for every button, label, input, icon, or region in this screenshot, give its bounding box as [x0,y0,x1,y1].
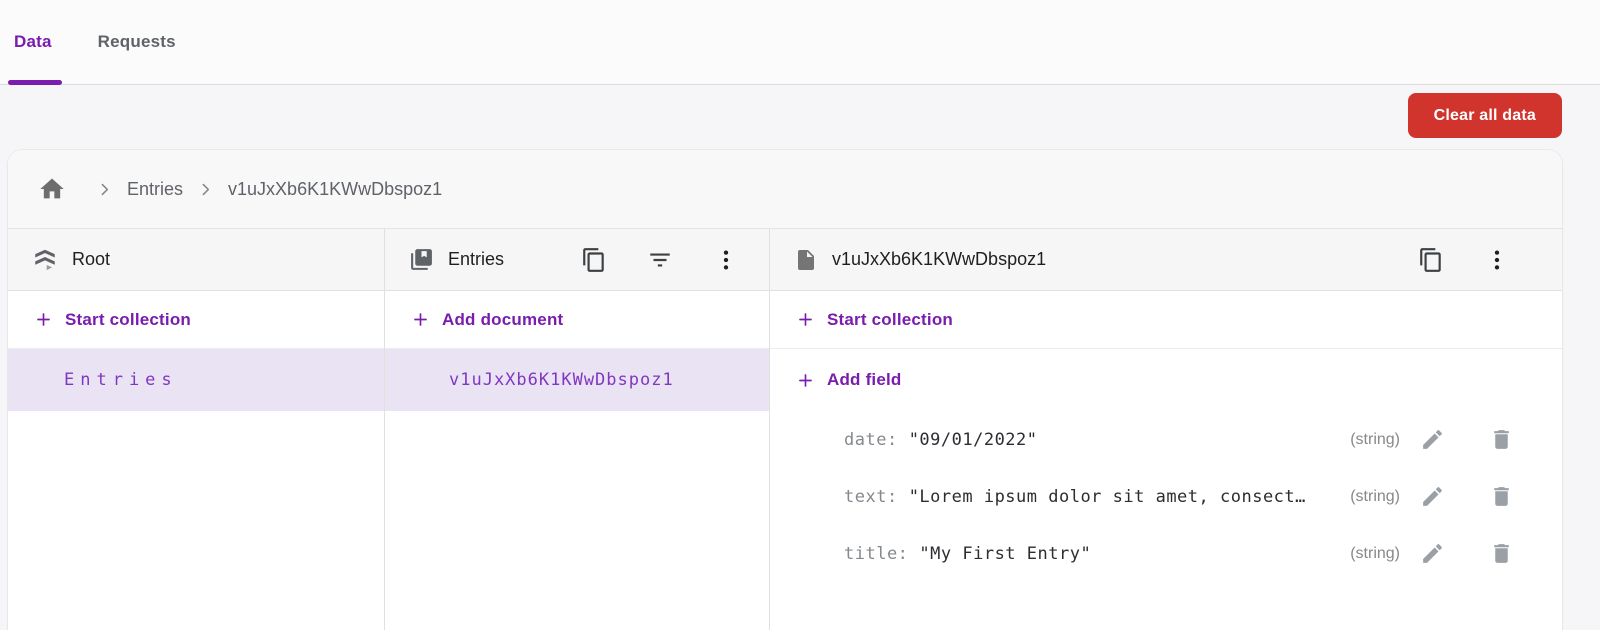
panel-collection: Entries Add document [385,229,770,630]
edit-pencil-icon[interactable] [1420,427,1445,452]
start-collection-button[interactable]: Start collection [770,291,1562,349]
filter-icon[interactable] [647,247,673,273]
document-panel-header: v1uJxXb6K1KWwDbspoz1 [770,229,1562,291]
home-icon[interactable] [38,175,66,203]
panel-title-root: Root [72,249,110,270]
field-value: "09/01/2022" [909,430,1351,450]
panel-document: v1uJxXb6K1KWwDbspoz1 Start collection [770,229,1562,630]
firestore-root-icon [32,247,58,273]
collection-panel-header: Entries [385,229,769,291]
tab-data-label: Data [14,32,52,52]
panel-title-document: v1uJxXb6K1KWwDbspoz1 [832,249,1046,270]
tab-data[interactable]: Data [14,0,52,84]
more-options-icon[interactable] [713,247,739,273]
field-type-badge: (string) [1350,488,1400,506]
field-name: text: [844,487,898,507]
top-tab-bar: Data Requests [0,0,1600,85]
field-value: "My First Entry" [919,544,1350,564]
field-type-badge: (string) [1350,431,1400,449]
start-collection-button[interactable]: Start collection [8,291,384,349]
field-row-text: text: "Lorem ipsum dolor sit amet, conse… [770,468,1562,525]
panels-container: Root Start collection Entries [8,228,1562,630]
field-row-title: title: "My First Entry" (string) [770,525,1562,582]
panel-title-collection: Entries [448,249,504,270]
start-collection-label: Start collection [65,310,191,330]
breadcrumb-item-document: v1uJxXb6K1KWwDbspoz1 [228,179,442,200]
delete-trash-icon[interactable] [1489,427,1514,452]
breadcrumb: Entries v1uJxXb6K1KWwDbspoz1 [8,150,1562,228]
copy-icon[interactable] [581,247,607,273]
plus-icon [796,371,815,390]
document-icon [794,248,818,272]
document-list-item[interactable]: v1uJxXb6K1KWwDbspoz1 [385,349,769,411]
tab-requests[interactable]: Requests [98,0,176,84]
chevron-right-icon [96,181,113,198]
plus-icon [34,310,53,329]
start-collection-label: Start collection [827,310,953,330]
add-document-label: Add document [442,310,563,330]
add-field-button[interactable]: Add field [770,349,1562,411]
clear-all-data-button[interactable]: Clear all data [1408,93,1562,138]
delete-trash-icon[interactable] [1489,541,1514,566]
plus-icon [411,310,430,329]
field-name: date: [844,430,898,450]
more-options-icon[interactable] [1484,247,1510,273]
root-panel-header: Root [8,229,384,291]
firestore-data-card: Entries v1uJxXb6K1KWwDbspoz1 Root [8,150,1562,630]
collection-list-item[interactable]: Entries [8,349,384,411]
edit-pencil-icon[interactable] [1420,541,1445,566]
toolbar: Clear all data [0,85,1600,150]
panel-root: Root Start collection Entries [8,229,385,630]
delete-trash-icon[interactable] [1489,484,1514,509]
add-document-button[interactable]: Add document [385,291,769,349]
tab-requests-label: Requests [98,32,176,52]
field-type-badge: (string) [1350,545,1400,563]
breadcrumb-item-collection[interactable]: Entries [127,179,183,200]
collection-item-label: Entries [64,370,178,390]
edit-pencil-icon[interactable] [1420,484,1445,509]
chevron-right-icon [197,181,214,198]
field-value: "Lorem ipsum dolor sit amet, consect… [909,487,1351,507]
document-item-label: v1uJxXb6K1KWwDbspoz1 [449,370,674,390]
field-name: title: [844,544,908,564]
copy-icon[interactable] [1418,247,1444,273]
field-row-date: date: "09/01/2022" (string) [770,411,1562,468]
collection-icon [409,247,434,272]
plus-icon [796,310,815,329]
add-field-label: Add field [827,370,902,390]
